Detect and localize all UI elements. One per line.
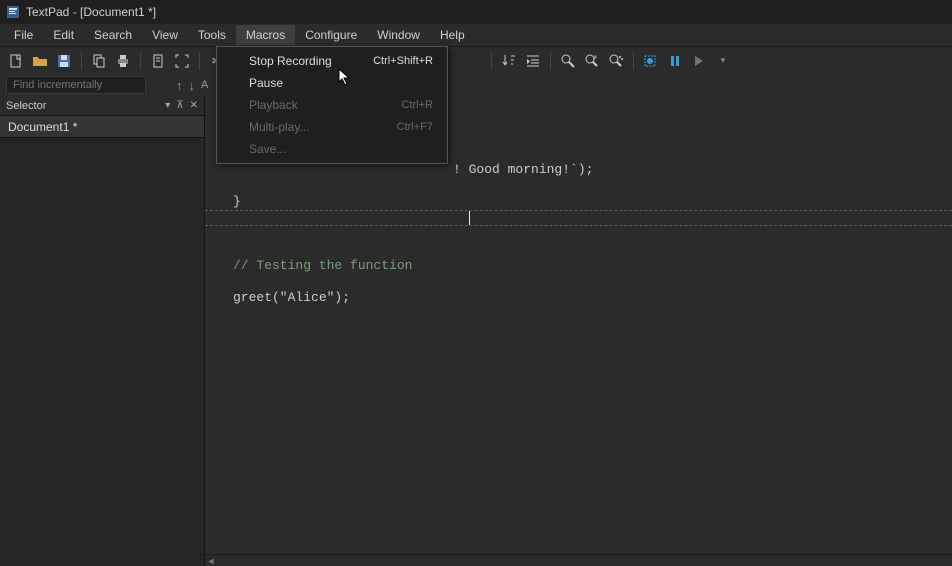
find-match-icon[interactable]: A — [201, 79, 208, 91]
macros-dropdown: Stop Recording Ctrl+Shift+R Pause Playba… — [216, 46, 448, 164]
find-prev-icon[interactable]: ↑ — [176, 78, 183, 93]
copy-icon[interactable] — [89, 51, 109, 71]
new-file-icon[interactable] — [6, 51, 26, 71]
print-icon[interactable] — [113, 51, 133, 71]
menu-view[interactable]: View — [142, 25, 188, 45]
page-icon[interactable] — [148, 51, 168, 71]
find-bar: ↑ ↓ A — [0, 74, 952, 96]
zoom-icon[interactable] — [558, 51, 578, 71]
find-input[interactable] — [6, 76, 146, 94]
code-comment: // Testing the function — [233, 258, 412, 273]
menu-edit[interactable]: Edit — [43, 25, 84, 45]
zoom-dots-icon[interactable] — [606, 51, 626, 71]
fullscreen-icon[interactable] — [172, 51, 192, 71]
sidebar-dropdown-icon[interactable]: ▾ — [165, 100, 170, 111]
sidebar-title: Selector — [6, 100, 46, 112]
menu-configure[interactable]: Configure — [295, 25, 367, 45]
menu-file[interactable]: File — [4, 25, 43, 45]
menu-tools[interactable]: Tools — [188, 25, 236, 45]
code-editor[interactable]: ! Good morning!`); } // Testing the func… — [205, 96, 952, 566]
pause-icon[interactable] — [665, 51, 685, 71]
menuitem-playback: Playback Ctrl+R — [217, 94, 447, 116]
menu-bar: File Edit Search View Tools Macros Confi… — [0, 24, 952, 46]
zoom-plus-icon[interactable] — [582, 51, 602, 71]
sort-icon[interactable] — [499, 51, 519, 71]
code-call: greet("Alice"); — [233, 290, 350, 305]
app-icon — [6, 5, 20, 19]
menuitem-stop-recording[interactable]: Stop Recording Ctrl+Shift+R — [217, 50, 447, 72]
toolbar: ✂ ▾ — [0, 46, 952, 74]
text-caret — [469, 211, 470, 225]
menu-search[interactable]: Search — [84, 25, 142, 45]
find-next-icon[interactable]: ↓ — [189, 78, 196, 93]
play-icon[interactable] — [689, 51, 709, 71]
sidebar: Selector ▾ ⊼ ✕ Document1 * — [0, 96, 205, 566]
menuitem-pause[interactable]: Pause — [217, 72, 447, 94]
horizontal-scrollbar[interactable]: ◄ — [205, 554, 952, 566]
indent-icon[interactable] — [523, 51, 543, 71]
code-tail: ! Good morning!`); — [453, 162, 593, 177]
toolbar-overflow-icon[interactable]: ▾ — [713, 51, 733, 71]
menuitem-multi-play: Multi-play... Ctrl+F7 — [217, 116, 447, 138]
sidebar-tab-label: Document1 * — [8, 120, 77, 134]
menu-window[interactable]: Window — [367, 25, 430, 45]
sidebar-close-icon[interactable]: ✕ — [190, 100, 198, 111]
menu-macros[interactable]: Macros — [236, 25, 295, 45]
save-icon[interactable] — [54, 51, 74, 71]
window-title: TextPad - [Document1 *] — [26, 5, 156, 19]
title-bar: TextPad - [Document1 *] — [0, 0, 952, 24]
code-brace: } — [233, 194, 241, 209]
menuitem-save: Save... — [217, 138, 447, 160]
scroll-left-icon[interactable]: ◄ — [205, 556, 217, 566]
record-icon[interactable] — [641, 51, 661, 71]
sidebar-pin-icon[interactable]: ⊼ — [176, 100, 183, 111]
sidebar-document-tab[interactable]: Document1 * — [0, 116, 204, 138]
open-folder-icon[interactable] — [30, 51, 50, 71]
menu-help[interactable]: Help — [430, 25, 475, 45]
